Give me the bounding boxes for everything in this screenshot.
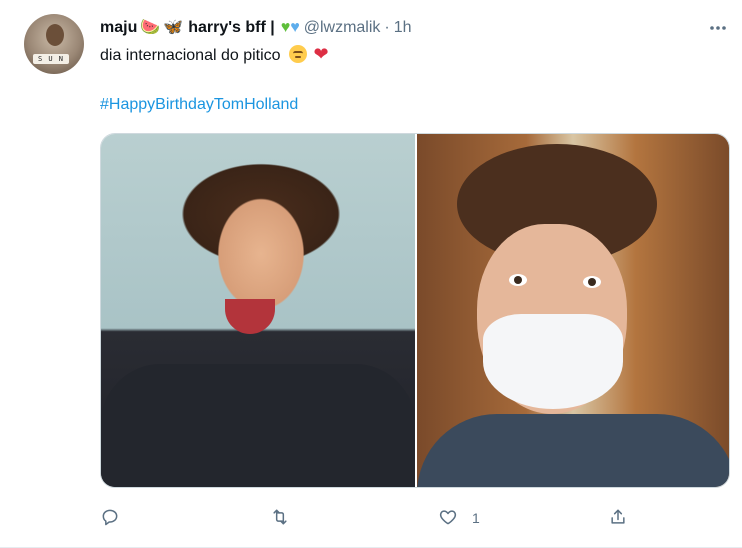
tweet-text-body: dia internacional do pitico [100,47,281,64]
photo-child-laughing[interactable] [101,134,415,487]
more-options-icon[interactable] [708,18,728,38]
handle[interactable]: @lwzmalik [304,19,381,37]
retweet-button[interactable] [270,504,290,532]
butterfly-emoji: 🦋 [163,19,184,36]
photo-eye-left [509,274,527,286]
like-count: 1 [472,510,480,526]
like-button[interactable]: 1 [438,504,480,532]
avatar-sign: S U N [33,54,69,64]
reply-button[interactable] [100,504,120,532]
photo-shaving-foam [483,314,623,409]
share-button[interactable] [608,504,628,532]
photo-eye-right [583,276,601,288]
watermelon-emoji: 🍉 [140,19,161,36]
pleading-face-emoji [289,45,308,63]
tweet[interactable]: S U N maju 🍉 🦋 harry's bff | ♥ ♥ @lwzmal… [0,0,742,548]
red-heart-emoji: ❤ [313,44,329,64]
tweet-header: maju 🍉 🦋 harry's bff | ♥ ♥ @lwzmalik · 1… [100,16,412,40]
share-icon [608,507,628,530]
reply-icon [100,507,120,530]
avatar[interactable]: S U N [24,14,84,74]
retweet-icon [270,507,290,530]
display-name[interactable]: maju [100,19,137,37]
hashtag-link[interactable]: #HappyBirthdayTomHolland [100,96,298,114]
like-icon [438,507,458,530]
timestamp[interactable]: 1h [394,19,412,37]
tweet-text: dia internacional do pitico ❤ [100,44,329,65]
tweet-actions: 1 [100,504,630,532]
avatar-figure [46,24,64,46]
media-grid [100,133,730,488]
photo-man-shaving-cream[interactable] [417,134,729,487]
display-name-suffix[interactable]: harry's bff | [188,19,275,37]
green-heart-emoji: ♥ [280,19,291,36]
photo-tshirt [417,414,729,487]
photo-mouth [225,299,275,334]
blue-heart-emoji: ♥ [290,19,300,36]
photo-shirt [101,364,415,487]
separator-dot: · [384,19,390,36]
